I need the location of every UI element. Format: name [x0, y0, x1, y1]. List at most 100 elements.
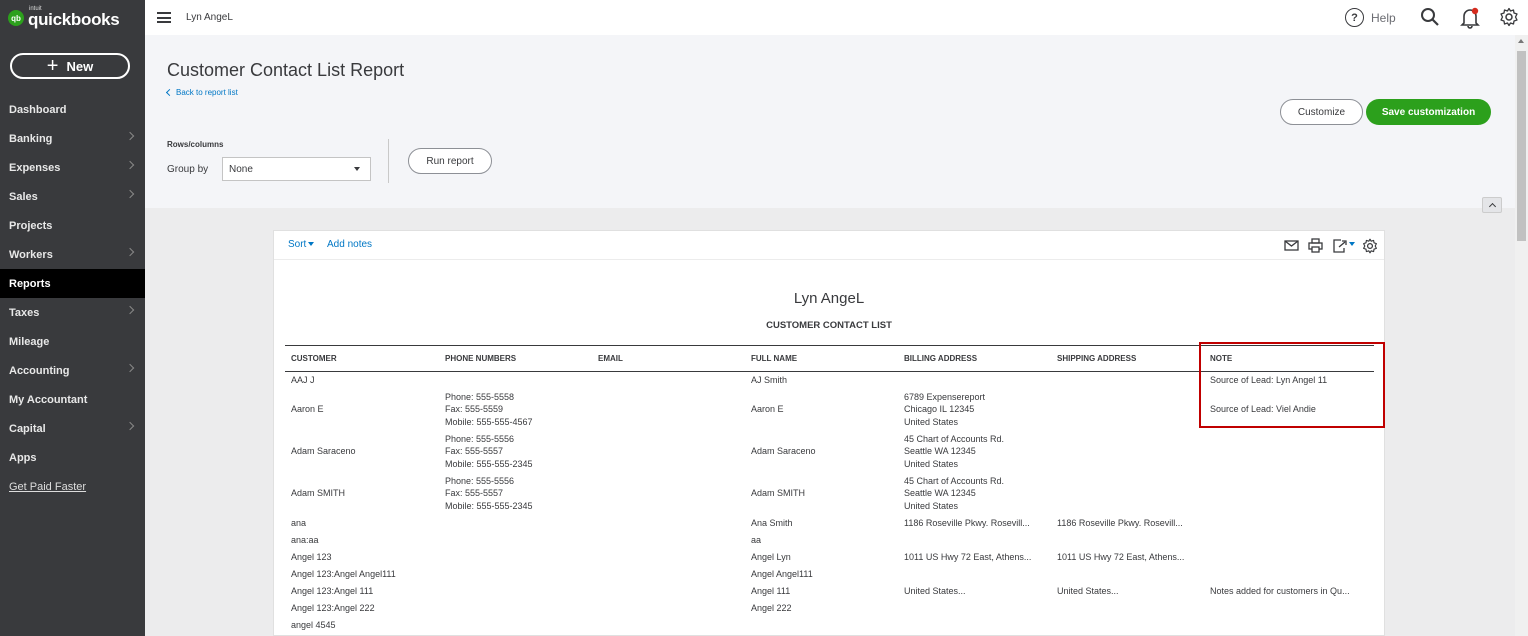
- sidebar-item-dashboard[interactable]: Dashboard: [0, 95, 145, 124]
- table-cell-full-name[interactable]: Angel 222: [745, 600, 898, 617]
- run-report-button[interactable]: Run report: [408, 148, 492, 174]
- table-cell-billing-address: [898, 617, 1051, 634]
- table-cell-customer[interactable]: angel 4545: [285, 617, 439, 634]
- table-cell-shipping-address[interactable]: 1011 US Hwy 72 East, Athens...: [1051, 549, 1204, 566]
- table-cell-customer[interactable]: Adam Saraceno: [285, 431, 439, 473]
- table-cell-customer[interactable]: Aaron E: [285, 389, 439, 431]
- sidebar-item-taxes[interactable]: Taxes: [0, 298, 145, 327]
- table-cell-customer[interactable]: AAJ J: [285, 372, 439, 389]
- column-header-phone-numbers[interactable]: PHONE NUMBERS: [439, 345, 592, 372]
- table-cell-email: [592, 372, 745, 389]
- report-title[interactable]: CUSTOMER CONTACT LIST: [274, 320, 1384, 331]
- chevron-right-icon: [125, 131, 135, 141]
- table-cell-customer[interactable]: ana: [285, 515, 439, 532]
- table-cell-shipping-address[interactable]: United States...: [1051, 583, 1204, 600]
- column-header-customer[interactable]: CUSTOMER: [285, 345, 439, 372]
- sidebar-item-banking[interactable]: Banking: [0, 124, 145, 153]
- table-cell-email: [592, 549, 745, 566]
- table-cell-phone-numbers: [439, 566, 592, 583]
- table-cell-customer[interactable]: ana:aa: [285, 532, 439, 549]
- table-cell-billing-address[interactable]: United States...: [898, 583, 1051, 600]
- add-notes-link[interactable]: Add notes: [327, 239, 372, 250]
- get-paid-faster-link[interactable]: Get Paid Faster: [0, 472, 145, 501]
- sidebar-item-capital[interactable]: Capital: [0, 414, 145, 443]
- table-cell-customer[interactable]: Angel 123:Angel 222: [285, 600, 439, 617]
- sidebar-item-reports[interactable]: Reports: [0, 269, 145, 298]
- back-link-label: Back to report list: [176, 88, 238, 97]
- table-cell-note[interactable]: Notes added for customers in Qu...: [1204, 583, 1374, 600]
- table-cell-full-name[interactable]: Angel Lyn: [745, 549, 898, 566]
- sidebar-item-label: Mileage: [9, 335, 50, 348]
- plus-icon: +: [46, 55, 59, 77]
- report-settings-gear-icon[interactable]: [1362, 238, 1378, 254]
- help-button[interactable]: ? Help: [1345, 8, 1396, 27]
- settings-gear-icon[interactable]: [1499, 7, 1519, 27]
- table-cell-billing-address[interactable]: 45 Chart of Accounts Rd. Seattle WA 1234…: [898, 473, 1051, 515]
- table-cell-full-name[interactable]: Aaron E: [745, 389, 898, 431]
- new-button-label: New: [66, 58, 94, 74]
- back-to-report-list-link[interactable]: Back to report list: [165, 88, 238, 97]
- sidebar-item-sales[interactable]: Sales: [0, 182, 145, 211]
- notification-bell-icon[interactable]: [1460, 7, 1480, 29]
- column-header-full-name[interactable]: FULL NAME: [745, 345, 898, 372]
- sidebar-item-workers[interactable]: Workers: [0, 240, 145, 269]
- table-cell-full-name[interactable]: Ana Smith: [745, 515, 898, 532]
- table-cell-full-name[interactable]: Angel 111: [745, 583, 898, 600]
- column-header-shipping-address[interactable]: SHIPPING ADDRESS: [1051, 345, 1204, 372]
- help-label: Help: [1371, 10, 1396, 25]
- table-cell-full-name[interactable]: Adam SMITH: [745, 473, 898, 515]
- export-icon[interactable]: [1332, 238, 1356, 253]
- table-cell-full-name[interactable]: Adam Saraceno: [745, 431, 898, 473]
- table-cell-phone-numbers[interactable]: Phone: 555-5556 Fax: 555-5557 Mobile: 55…: [439, 473, 592, 515]
- email-icon[interactable]: [1284, 238, 1299, 252]
- sidebar-item-label: Banking: [9, 132, 53, 145]
- new-button[interactable]: + New: [10, 53, 130, 79]
- table-cell-full-name[interactable]: aa: [745, 532, 898, 549]
- scroll-up-arrow-icon[interactable]: [1518, 39, 1524, 43]
- table-cell-email: [592, 617, 745, 634]
- table-cell-shipping-address: [1051, 372, 1204, 389]
- column-header-email[interactable]: EMAIL: [592, 345, 745, 372]
- table-cell-billing-address[interactable]: 1186 Roseville Pkwy. Rosevill...: [898, 515, 1051, 532]
- sidebar-item-accounting[interactable]: Accounting: [0, 356, 145, 385]
- sort-label: Sort: [288, 239, 307, 250]
- sidebar-item-label: Apps: [9, 451, 37, 464]
- table-cell-billing-address[interactable]: 1011 US Hwy 72 East, Athens...: [898, 549, 1051, 566]
- table-cell-customer[interactable]: Adam SMITH: [285, 473, 439, 515]
- hamburger-menu-icon[interactable]: [157, 12, 171, 23]
- group-by-label: Group by: [167, 164, 209, 175]
- table-cell-shipping-address[interactable]: 1186 Roseville Pkwy. Rosevill...: [1051, 515, 1204, 532]
- table-cell-customer[interactable]: Angel 123: [285, 549, 439, 566]
- sidebar-item-expenses[interactable]: Expenses: [0, 153, 145, 182]
- collapse-header-button[interactable]: [1482, 197, 1502, 213]
- sidebar-item-apps[interactable]: Apps: [0, 443, 145, 472]
- table-cell-email: [592, 566, 745, 583]
- customize-button[interactable]: Customize: [1280, 99, 1363, 125]
- table-cell-customer[interactable]: Angel 123:Angel 111: [285, 583, 439, 600]
- sidebar-item-my-accountant[interactable]: My Accountant: [0, 385, 145, 414]
- table-cell-phone-numbers[interactable]: Phone: 555-5558 Fax: 555-5559 Mobile: 55…: [439, 389, 592, 431]
- table-cell-full-name[interactable]: Angel Angel111: [745, 566, 898, 583]
- table-cell-customer[interactable]: Angel 123:Angel Angel111: [285, 566, 439, 583]
- table-cell-billing-address[interactable]: 45 Chart of Accounts Rd. Seattle WA 1234…: [898, 431, 1051, 473]
- divider: [388, 139, 389, 183]
- sidebar-item-mileage[interactable]: Mileage: [0, 327, 145, 356]
- table-cell-full-name[interactable]: AJ Smith: [745, 372, 898, 389]
- scrollbar-thumb[interactable]: [1517, 51, 1526, 241]
- table-cell-phone-numbers: [439, 583, 592, 600]
- sidebar-item-projects[interactable]: Projects: [0, 211, 145, 240]
- page-scrollbar[interactable]: [1515, 35, 1528, 636]
- sort-dropdown[interactable]: Sort: [288, 239, 315, 250]
- page-title: Customer Contact List Report: [167, 60, 405, 80]
- search-icon[interactable]: [1420, 7, 1440, 27]
- column-header-billing-address[interactable]: BILLING ADDRESS: [898, 345, 1051, 372]
- table-cell-note: [1204, 566, 1374, 583]
- table-cell-phone-numbers: [439, 600, 592, 617]
- save-customization-button[interactable]: Save customization: [1366, 99, 1491, 125]
- table-cell-phone-numbers[interactable]: Phone: 555-5556 Fax: 555-5557 Mobile: 55…: [439, 431, 592, 473]
- quickbooks-logo[interactable]: qb intuit quickbooks: [8, 6, 120, 30]
- report-company-name[interactable]: Lyn AngeL: [274, 290, 1384, 307]
- table-cell-billing-address[interactable]: 6789 Expensereport Chicago IL 12345 Unit…: [898, 389, 1051, 431]
- print-icon[interactable]: [1308, 238, 1323, 253]
- group-by-select[interactable]: None: [222, 157, 371, 181]
